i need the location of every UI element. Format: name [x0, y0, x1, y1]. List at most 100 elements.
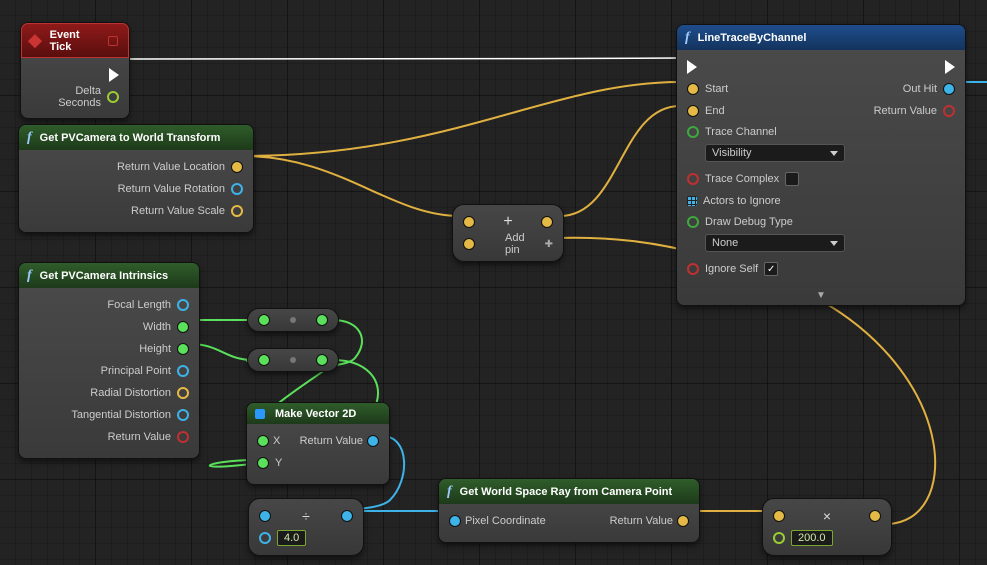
f2f2-in-pin[interactable]: [258, 354, 270, 366]
f2f1-out-pin[interactable]: [316, 314, 328, 326]
node-get-world-ray[interactable]: f Get World Space Ray from Camera Point …: [438, 478, 700, 543]
event-tick-header: Event Tick: [21, 23, 129, 58]
rv-label: Return Value: [108, 431, 171, 443]
delta-seconds-pin[interactable]: [107, 91, 119, 103]
trace-channel-pin[interactable]: [687, 126, 699, 138]
wr-rv-label: Return Value: [610, 515, 673, 527]
ati-label: Actors to Ignore: [703, 195, 781, 207]
add-pin-label[interactable]: Add pin: [505, 232, 553, 256]
node-event-tick[interactable]: Event Tick Delta Seconds: [20, 22, 130, 119]
fl-label: Focal Length: [107, 299, 171, 311]
exec-out-pin[interactable]: [109, 68, 119, 82]
makevec-header: Make Vector 2D: [247, 403, 389, 424]
y-pin[interactable]: [257, 457, 269, 469]
end-label: End: [705, 105, 725, 117]
event-tick-title: Event Tick: [50, 29, 103, 53]
add-out-pin[interactable]: [541, 216, 553, 228]
lt-rv-label: Return Value: [874, 105, 937, 117]
intrinsics-title: Get PVCamera Intrinsics: [40, 270, 168, 282]
mul-out-pin[interactable]: [869, 510, 881, 522]
rv-pin[interactable]: [177, 431, 189, 443]
wr-rv-pin[interactable]: [677, 515, 689, 527]
div-in1-pin[interactable]: [259, 510, 271, 522]
y-label: Y: [275, 457, 282, 469]
pixel-pin[interactable]: [449, 515, 461, 527]
node-divide[interactable]: ÷ 4.0: [248, 498, 364, 556]
f2f2-out-pin[interactable]: [316, 354, 328, 366]
node-get-pvcamera-intrinsics[interactable]: f Get PVCamera Intrinsics Focal Length W…: [18, 262, 200, 459]
pvcamera-transform-header: f Get PVCamera to World Transform: [19, 125, 253, 150]
node-float-to-float-2[interactable]: [247, 348, 339, 372]
rd-label: Radial Distortion: [90, 387, 171, 399]
function-icon: f: [685, 30, 690, 46]
struct-icon: [255, 409, 265, 419]
function-icon: f: [27, 268, 32, 284]
actors-ignore-pin[interactable]: [687, 196, 697, 206]
rot-pin[interactable]: [231, 183, 243, 195]
lt-rv-pin[interactable]: [943, 105, 955, 117]
fl-pin[interactable]: [177, 299, 189, 311]
add-in2-pin[interactable]: [463, 238, 475, 250]
linetrace-title: LineTraceByChannel: [698, 32, 807, 44]
loc-label: Return Value Location: [117, 161, 225, 173]
mul-value[interactable]: 200.0: [791, 530, 833, 546]
delta-seconds-label: Delta Seconds: [31, 85, 101, 109]
ignore-self-checkbox[interactable]: ✓: [764, 262, 778, 276]
trace-complex-checkbox[interactable]: [785, 172, 799, 186]
w-pin[interactable]: [177, 321, 189, 333]
trace-complex-pin[interactable]: [687, 173, 699, 185]
start-label: Start: [705, 83, 728, 95]
node-multiply[interactable]: × 200.0: [762, 498, 892, 556]
tc-label: Trace Channel: [705, 126, 777, 138]
worldray-title: Get World Space Ray from Camera Point: [460, 486, 673, 498]
makevec-title: Make Vector 2D: [275, 408, 356, 420]
expand-arrow-icon[interactable]: ▼: [677, 290, 965, 305]
pvcamera-transform-title: Get PVCamera to World Transform: [40, 132, 221, 144]
div-value[interactable]: 4.0: [277, 530, 306, 546]
add-in1-pin[interactable]: [463, 216, 475, 228]
node-line-trace[interactable]: f LineTraceByChannel Start Out Hit End R…: [676, 24, 966, 306]
tcx-label: Trace Complex: [705, 173, 779, 185]
div-out-pin[interactable]: [341, 510, 353, 522]
ignore-self-pin[interactable]: [687, 263, 699, 275]
is-label: Ignore Self: [705, 263, 758, 275]
mv-rv-pin[interactable]: [367, 435, 379, 447]
h-pin[interactable]: [177, 343, 189, 355]
x-label: X: [273, 435, 280, 447]
draw-debug-dropdown[interactable]: None: [705, 234, 845, 252]
dd-label: Draw Debug Type: [705, 216, 793, 228]
pp-pin[interactable]: [177, 365, 189, 377]
scale-pin[interactable]: [231, 205, 243, 217]
node-make-vector2d[interactable]: Make Vector 2D X Return Value Y: [246, 402, 390, 485]
convert-dot-icon: [290, 317, 296, 323]
node-get-pvcamera-transform[interactable]: f Get PVCamera to World Transform Return…: [18, 124, 254, 233]
multiply-icon: ×: [823, 508, 831, 524]
mul-in2-pin[interactable]: [773, 532, 785, 544]
rd-pin[interactable]: [177, 387, 189, 399]
f2f1-in-pin[interactable]: [258, 314, 270, 326]
td-pin[interactable]: [177, 409, 189, 421]
draw-debug-pin[interactable]: [687, 216, 699, 228]
node-float-to-float-1[interactable]: [247, 308, 339, 332]
start-pin[interactable]: [687, 83, 699, 95]
convert-dot-icon: [290, 357, 296, 363]
event-icon: [28, 34, 42, 48]
h-label: Height: [139, 343, 171, 355]
outhit-pin[interactable]: [943, 83, 955, 95]
node-add[interactable]: + Add pin: [452, 204, 564, 262]
function-icon: f: [447, 484, 452, 500]
end-pin[interactable]: [687, 105, 699, 117]
linetrace-header: f LineTraceByChannel: [677, 25, 965, 50]
rot-label: Return Value Rotation: [118, 183, 225, 195]
td-label: Tangential Distortion: [71, 409, 171, 421]
trace-channel-dropdown[interactable]: Visibility: [705, 144, 845, 162]
mul-in1-pin[interactable]: [773, 510, 785, 522]
loc-pin[interactable]: [231, 161, 243, 173]
pixel-label: Pixel Coordinate: [465, 515, 546, 527]
lt-exec-in[interactable]: [687, 60, 697, 74]
lt-exec-out[interactable]: [945, 60, 955, 74]
x-pin[interactable]: [257, 435, 269, 447]
plus-icon: +: [503, 213, 512, 231]
outhit-label: Out Hit: [903, 83, 937, 95]
div-in2-pin[interactable]: [259, 532, 271, 544]
